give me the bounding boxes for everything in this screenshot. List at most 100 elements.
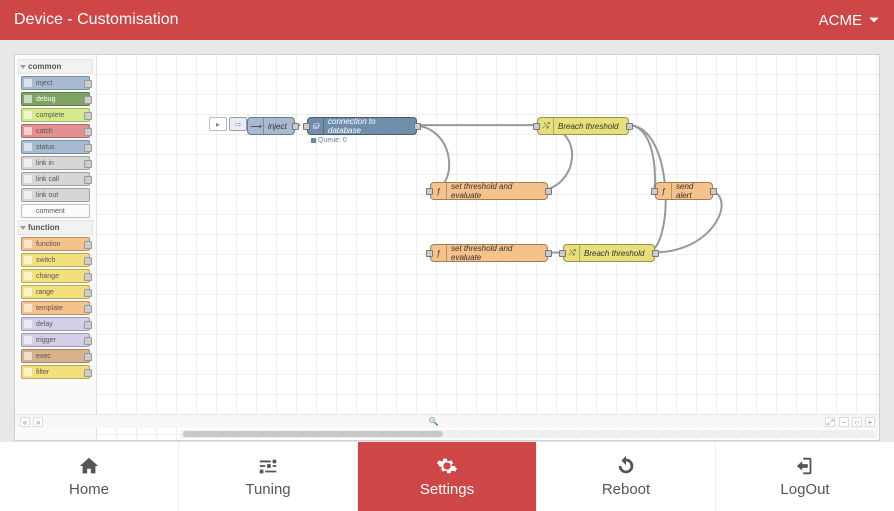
nav-label: LogOut	[780, 481, 829, 498]
port-out[interactable]	[652, 250, 659, 257]
switch-icon: ⤭	[538, 118, 554, 134]
gear-icon	[436, 455, 458, 477]
palette-item-label: filter	[36, 369, 49, 376]
nav-settings[interactable]: Settings	[358, 442, 537, 511]
port-out[interactable]	[414, 123, 421, 130]
port-in[interactable]	[559, 250, 566, 257]
palette-item-status[interactable]: status	[21, 140, 90, 154]
palette-item-template[interactable]: template	[21, 301, 90, 315]
node-label: Breach threshold	[558, 122, 618, 131]
node-label: inject	[268, 122, 287, 131]
scrollbar-thumb[interactable]	[183, 431, 443, 437]
port-out[interactable]	[545, 250, 552, 257]
page-title: Device - Customisation	[14, 11, 179, 29]
nav-label: Reboot	[602, 481, 650, 498]
queue-status: Queue: 0	[311, 137, 347, 144]
palette-item-label: trigger	[36, 337, 56, 344]
canvas-horizontal-scrollbar[interactable]	[181, 430, 875, 438]
nav-expand-button[interactable]: »	[33, 417, 43, 427]
node-breach-threshold-1[interactable]: ⤭ Breach threshold	[537, 117, 629, 135]
palette-item-range[interactable]: range	[21, 285, 90, 299]
palette-item-switch[interactable]: switch	[21, 253, 90, 267]
chevron-down-icon	[868, 14, 880, 26]
palette-item-label: link in	[36, 160, 54, 167]
palette-item-function[interactable]: function	[21, 237, 90, 251]
node-inject[interactable]: ⟶ inject	[247, 117, 295, 135]
flow-editor: common inject debug complete catch status link…	[14, 54, 880, 441]
node-label: connection to database	[328, 117, 410, 135]
palette-item-delay[interactable]: delay	[21, 317, 90, 331]
nav-collapse-button[interactable]: «	[20, 417, 30, 427]
database-icon: ⛁	[308, 118, 324, 134]
palette-item-link-in[interactable]: link in	[21, 156, 90, 170]
palette-item-label: switch	[36, 257, 55, 264]
inject-icon: ⟶	[248, 118, 264, 134]
palette-item-label: change	[36, 273, 59, 280]
main-area: common inject debug complete catch status link…	[0, 40, 894, 441]
zoom-fit-button[interactable]: ⤢	[825, 417, 835, 427]
port-in[interactable]	[651, 188, 658, 195]
palette-item-label: function	[36, 241, 61, 248]
palette-group-common[interactable]: common	[18, 59, 93, 74]
nav-label: Tuning	[245, 481, 290, 498]
nav-home[interactable]: Home	[0, 442, 179, 511]
inject-trigger-button-alt[interactable]: ⇨	[229, 117, 247, 131]
org-selector[interactable]: ACME	[819, 12, 880, 29]
palette-item-filter[interactable]: filter	[21, 365, 90, 379]
palette-item-inject[interactable]: inject	[21, 76, 90, 90]
inject-trigger-button[interactable]: ▸	[209, 117, 227, 131]
node-label: set threshold and evaluate	[451, 182, 541, 200]
logout-icon	[794, 455, 816, 477]
palette-item-label: comment	[36, 208, 65, 215]
node-set-threshold-evaluate-1[interactable]: ƒ set threshold and evaluate	[430, 182, 548, 200]
port-out[interactable]	[545, 188, 552, 195]
palette-item-label: inject	[36, 80, 52, 87]
palette-item-link-out[interactable]: link out	[21, 188, 90, 202]
nav-logout[interactable]: LogOut	[716, 442, 894, 511]
node-set-threshold-evaluate-2[interactable]: ƒ set threshold and evaluate	[430, 244, 548, 262]
node-palette[interactable]: common inject debug complete catch status link…	[15, 55, 97, 440]
port-in[interactable]	[426, 188, 433, 195]
function-icon: ƒ	[431, 245, 447, 261]
palette-item-catch[interactable]: catch	[21, 124, 90, 138]
header-bar: Device - Customisation ACME	[0, 0, 894, 40]
node-label: Breach threshold	[584, 249, 644, 258]
port-in[interactable]	[533, 123, 540, 130]
refresh-icon	[615, 455, 637, 477]
port-in[interactable]	[426, 250, 433, 257]
nav-reboot[interactable]: Reboot	[537, 442, 716, 511]
port-out[interactable]	[710, 188, 717, 195]
zoom-reset-button[interactable]: ○	[852, 417, 862, 427]
palette-item-link-call[interactable]: link call	[21, 172, 90, 186]
palette-item-comment[interactable]: comment	[21, 204, 90, 218]
editor-footer-left: « »	[19, 417, 43, 427]
function-icon: ƒ	[656, 183, 672, 199]
port-in[interactable]	[303, 123, 310, 130]
palette-item-change[interactable]: change	[21, 269, 90, 283]
zoom-in-button[interactable]: +	[865, 417, 875, 427]
node-breach-threshold-2[interactable]: ⤭ Breach threshold	[563, 244, 655, 262]
palette-item-label: template	[36, 305, 63, 312]
bottom-navigation: Home Tuning Settings Reboot LogOut	[0, 441, 894, 511]
palette-item-label: link call	[36, 176, 59, 183]
nav-tuning[interactable]: Tuning	[179, 442, 358, 511]
node-label: send alert	[676, 182, 706, 200]
port-out[interactable]	[292, 123, 299, 130]
palette-item-trigger[interactable]: trigger	[21, 333, 90, 347]
search-icon[interactable]: 🔍	[429, 417, 439, 426]
port-out[interactable]	[626, 123, 633, 130]
palette-item-label: debug	[36, 96, 55, 103]
palette-item-complete[interactable]: complete	[21, 108, 90, 122]
editor-footer-right: ⤢ − ○ +	[824, 417, 875, 427]
palette-item-debug[interactable]: debug	[21, 92, 90, 106]
switch-icon: ⤭	[564, 245, 580, 261]
palette-item-exec[interactable]: exec	[21, 349, 90, 363]
zoom-out-button[interactable]: −	[839, 417, 849, 427]
palette-group-function[interactable]: function	[18, 220, 93, 235]
palette-item-label: range	[36, 289, 54, 296]
nav-label: Settings	[420, 481, 474, 498]
flow-canvas[interactable]: ▸ ⇨ ⟶ inject ⛁ connection to database Qu…	[97, 55, 879, 440]
palette-item-label: complete	[36, 112, 64, 119]
node-connection-database[interactable]: ⛁ connection to database	[307, 117, 417, 135]
node-send-alert[interactable]: ƒ send alert	[655, 182, 713, 200]
